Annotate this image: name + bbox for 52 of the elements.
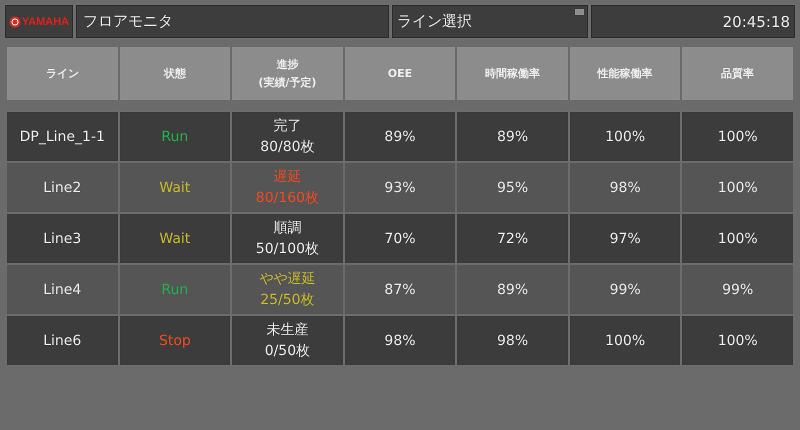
quality-rate-cell: 99%	[682, 265, 793, 314]
column-header: 状態	[120, 47, 230, 100]
progress-count: 0/50枚	[264, 342, 310, 360]
quality-rate-cell: 100%	[682, 163, 793, 212]
brand-logo-text: YAMAHA	[22, 16, 70, 28]
page-title: フロアモニタ	[83, 12, 173, 31]
oee-cell: 70%	[344, 214, 456, 263]
progress-count: 50/100枚	[256, 240, 320, 258]
column-header: ライン	[7, 47, 118, 100]
line-name-cell: Line3	[7, 214, 118, 263]
progress-label: やや遅延	[259, 270, 316, 290]
quality-rate-cell: 100%	[682, 214, 793, 263]
line-name-cell: DP_Line_1-1	[7, 112, 118, 161]
quality-rate-cell: 100%	[682, 316, 793, 365]
column-header: 進捗 (実績/予定)	[232, 47, 343, 100]
column-header: 時間稼働率	[457, 47, 568, 100]
performance-rate-cell: 98%	[570, 163, 680, 212]
status-text: Stop	[158, 332, 191, 348]
performance-rate-cell: 100%	[570, 112, 680, 161]
status-text: Run	[161, 282, 188, 298]
status-text: Wait	[159, 230, 190, 246]
progress-label: 完了	[273, 117, 302, 136]
progress-label: 遅延	[273, 168, 302, 188]
oee-cell: 89%	[344, 112, 456, 161]
status-text: Run	[161, 128, 188, 144]
status-text: Wait	[159, 180, 190, 196]
performance-rate-cell: 97%	[570, 214, 680, 263]
column-header: 性能稼働率	[570, 47, 680, 100]
clock-time: 20:45:18	[722, 12, 790, 30]
emblem-icon	[8, 16, 21, 28]
time-rate-cell: 89%	[457, 265, 568, 314]
line-name-cell: Line2	[7, 163, 118, 212]
performance-rate-cell: 99%	[570, 265, 680, 314]
time-rate-cell: 89%	[457, 112, 568, 161]
time-rate-cell: 72%	[457, 214, 568, 263]
line-select-dropdown[interactable]: ライン選択	[392, 5, 588, 38]
performance-rate-cell: 100%	[570, 316, 680, 365]
progress-count: 25/50枚	[260, 290, 315, 310]
column-header: 品質率	[682, 47, 793, 100]
progress-label: 順調	[273, 219, 302, 238]
column-header: OEE	[344, 47, 456, 100]
time-rate-cell: 98%	[457, 316, 568, 365]
quality-rate-cell: 100%	[682, 112, 793, 161]
line-name-cell: Line6	[7, 316, 118, 365]
oee-cell: 98%	[344, 316, 456, 365]
oee-cell: 87%	[344, 265, 456, 314]
progress-label: 未生産	[266, 321, 308, 340]
line-name-cell: Line4	[7, 265, 118, 314]
oee-cell: 93%	[344, 163, 456, 212]
progress-count: 80/80枚	[260, 138, 315, 156]
time-rate-cell: 95%	[457, 163, 568, 212]
progress-count: 80/160枚	[256, 188, 320, 208]
